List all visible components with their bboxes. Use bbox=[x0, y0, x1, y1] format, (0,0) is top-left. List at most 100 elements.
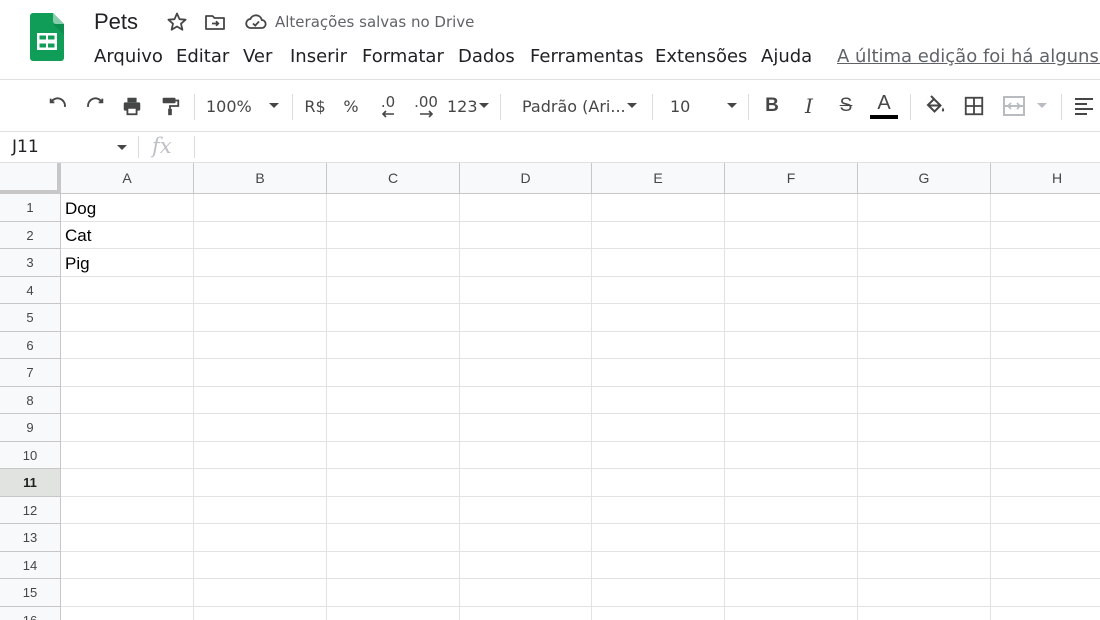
font-family-select[interactable]: Padrão (Ari... bbox=[522, 92, 640, 120]
formula-divider bbox=[138, 136, 139, 158]
menu-editar[interactable]: Editar bbox=[176, 46, 229, 67]
save-status: Alterações salvas no Drive bbox=[275, 13, 475, 31]
row-header-2[interactable]: 2 bbox=[0, 222, 61, 249]
align-left-icon[interactable] bbox=[1073, 92, 1095, 120]
row-header-7[interactable]: 7 bbox=[0, 359, 61, 387]
menu-inserir[interactable]: Inserir bbox=[290, 46, 347, 67]
cell-a3[interactable]: Pig bbox=[65, 254, 90, 274]
increase-decimal-label: .00 bbox=[414, 93, 438, 111]
move-folder-icon[interactable] bbox=[203, 10, 227, 34]
column-header-b[interactable]: B bbox=[194, 163, 327, 194]
number-format-label: 123 bbox=[447, 96, 478, 116]
gridline bbox=[857, 194, 858, 620]
row-header-16[interactable]: 16 bbox=[0, 607, 61, 620]
column-header-h[interactable]: H bbox=[991, 163, 1100, 194]
zoom-value: 100% bbox=[206, 96, 252, 116]
toolbar-divider bbox=[910, 94, 911, 120]
currency-format-button[interactable]: R$ bbox=[302, 92, 328, 120]
select-all-corner[interactable] bbox=[0, 163, 61, 194]
gridline bbox=[61, 578, 1100, 579]
document-title[interactable]: Pets bbox=[94, 9, 138, 35]
column-header-a[interactable]: A bbox=[61, 163, 194, 194]
gridline bbox=[61, 331, 1100, 332]
fill-color-icon[interactable] bbox=[922, 92, 948, 120]
merge-cells-icon bbox=[1003, 96, 1025, 116]
chevron-down-icon bbox=[269, 103, 279, 108]
font-size-value: 10 bbox=[670, 96, 691, 116]
chevron-down-icon bbox=[627, 103, 637, 108]
gridline bbox=[61, 523, 1100, 524]
row-header-3[interactable]: 3 bbox=[0, 249, 61, 277]
bold-button[interactable]: B bbox=[760, 92, 784, 120]
sheets-logo-icon[interactable] bbox=[30, 13, 64, 61]
column-header-g[interactable]: G bbox=[858, 163, 991, 194]
decrease-decimal-button[interactable]: .0 bbox=[375, 92, 401, 120]
row-header-15[interactable]: 15 bbox=[0, 579, 61, 607]
cell-a1[interactable]: Dog bbox=[65, 199, 96, 219]
gridline bbox=[61, 551, 1100, 552]
toolbar-divider bbox=[292, 94, 293, 120]
menu-ver[interactable]: Ver bbox=[243, 46, 272, 67]
chevron-down-icon bbox=[479, 103, 489, 108]
strikethrough-button[interactable]: S bbox=[834, 92, 858, 120]
row-header-5[interactable]: 5 bbox=[0, 304, 61, 332]
column-header-f[interactable]: F bbox=[725, 163, 858, 194]
last-edit-link[interactable]: A última edição foi há alguns seg bbox=[837, 46, 1100, 67]
row-header-6[interactable]: 6 bbox=[0, 332, 61, 359]
font-size-select[interactable]: 10 bbox=[670, 92, 740, 120]
gridline bbox=[61, 468, 1100, 469]
borders-icon[interactable] bbox=[962, 92, 986, 120]
menu-extensoes[interactable]: Extensões bbox=[655, 46, 747, 67]
menu-ajuda[interactable]: Ajuda bbox=[761, 46, 812, 67]
row-header-9[interactable]: 9 bbox=[0, 414, 61, 442]
gridline bbox=[61, 221, 1100, 222]
undo-icon[interactable] bbox=[46, 92, 70, 120]
column-header-d[interactable]: D bbox=[460, 163, 592, 194]
fx-icon: fx bbox=[152, 134, 172, 158]
cloud-saved-icon[interactable] bbox=[244, 10, 268, 34]
paint-format-icon[interactable] bbox=[158, 92, 182, 120]
arrow-right-icon bbox=[420, 110, 434, 118]
row-header-1[interactable]: 1 bbox=[0, 194, 61, 222]
row-header-14[interactable]: 14 bbox=[0, 552, 61, 579]
text-color-button[interactable]: A bbox=[869, 92, 899, 120]
formula-bar: J11 fx bbox=[0, 132, 1100, 163]
gridline bbox=[61, 496, 1100, 497]
row-header-4[interactable]: 4 bbox=[0, 277, 61, 304]
gridline bbox=[724, 194, 725, 620]
row-header-13[interactable]: 13 bbox=[0, 524, 61, 552]
decrease-decimal-label: .0 bbox=[380, 93, 396, 111]
toolbar-divider bbox=[1061, 94, 1062, 120]
gridline bbox=[61, 386, 1100, 387]
chevron-down-icon bbox=[727, 103, 737, 108]
toolbar-divider bbox=[500, 94, 501, 120]
menu-dados[interactable]: Dados bbox=[458, 46, 515, 67]
gridline bbox=[61, 303, 1100, 304]
zoom-select[interactable]: 100% bbox=[206, 92, 286, 120]
star-icon[interactable] bbox=[165, 10, 189, 34]
chevron-down-icon[interactable] bbox=[116, 144, 128, 152]
redo-icon[interactable] bbox=[83, 92, 107, 120]
print-icon[interactable] bbox=[120, 92, 144, 120]
formula-input[interactable] bbox=[204, 137, 1084, 159]
menu-formatar[interactable]: Formatar bbox=[362, 46, 444, 67]
increase-decimal-button[interactable]: .00 bbox=[411, 92, 441, 120]
italic-button[interactable]: I bbox=[797, 92, 821, 120]
font-family-value: Padrão (Ari... bbox=[522, 96, 626, 116]
row-header-11[interactable]: 11 bbox=[0, 469, 61, 497]
gridline bbox=[61, 606, 1100, 607]
toolbar-divider bbox=[652, 94, 653, 120]
row-header-12[interactable]: 12 bbox=[0, 497, 61, 524]
more-formats-select[interactable]: 123 bbox=[447, 92, 491, 120]
gridline bbox=[990, 194, 991, 620]
menu-arquivo[interactable]: Arquivo bbox=[94, 46, 163, 67]
name-box[interactable]: J11 bbox=[12, 137, 39, 157]
percent-format-button[interactable]: % bbox=[340, 92, 362, 120]
cell-a2[interactable]: Cat bbox=[65, 226, 91, 246]
merge-cells-select[interactable] bbox=[1002, 92, 1050, 120]
menu-ferramentas[interactable]: Ferramentas bbox=[530, 46, 643, 67]
row-header-8[interactable]: 8 bbox=[0, 387, 61, 414]
column-header-e[interactable]: E bbox=[592, 163, 725, 194]
row-header-10[interactable]: 10 bbox=[0, 442, 61, 469]
column-header-c[interactable]: C bbox=[327, 163, 460, 194]
